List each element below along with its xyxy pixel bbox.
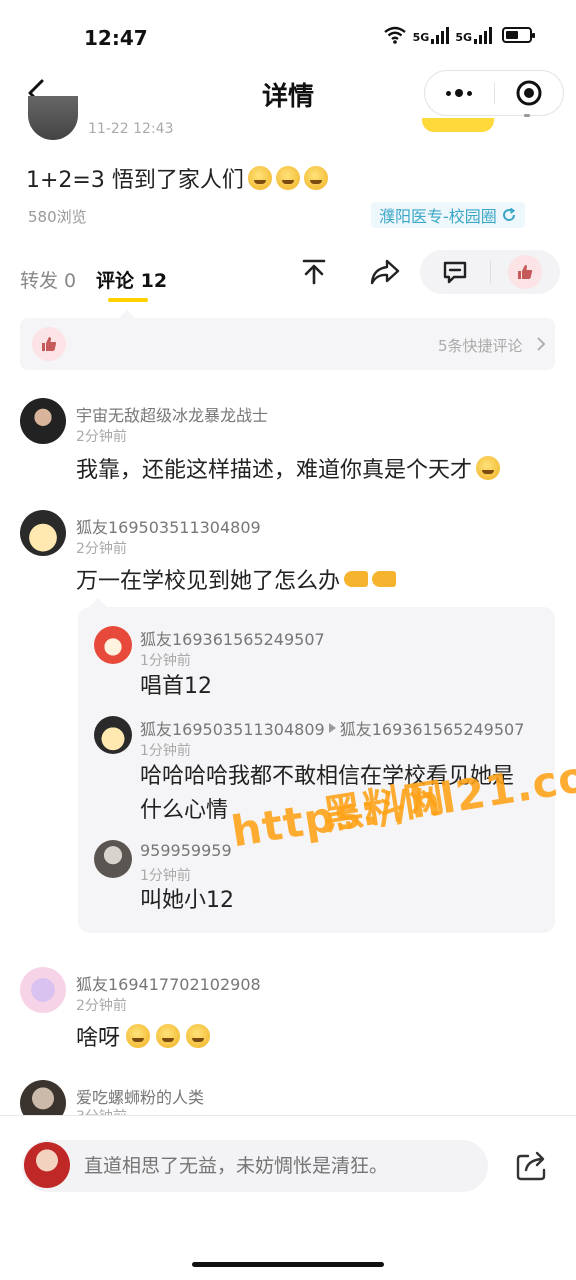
comment-text-label: 我靠，还能这样描述，难道你真是个天才 (76, 458, 473, 483)
reply-target-label: 狐友169361565249507 (339, 720, 525, 739)
reply-text[interactable]: 唱首12 (140, 670, 212, 704)
mini-program-capsule (424, 70, 564, 116)
forward-icon[interactable] (368, 256, 402, 288)
quick-comment-count: 5条快捷评论 (438, 337, 523, 355)
network-label-1: 5G (412, 30, 430, 44)
circle-tag-label: 濮阳医专-校园圈 (379, 207, 497, 226)
avatar[interactable] (20, 967, 66, 1013)
tab-comment[interactable]: 评论 12 (96, 266, 167, 293)
emoji-icon (275, 166, 300, 190)
post-text: 1+2=3 悟到了家人们 (26, 168, 244, 193)
avatar[interactable] (20, 510, 66, 556)
comment-input[interactable] (84, 1155, 474, 1177)
post-views: 580浏览 (28, 208, 87, 226)
comment-text-label: 万一在学校见到她了怎么办 (76, 569, 341, 594)
thumbs-up-icon (508, 255, 543, 289)
reply-author[interactable]: 狐友169361565249507 (140, 626, 325, 650)
comment-author[interactable]: 狐友169417702102908 (76, 971, 261, 995)
reply-arrow-icon (328, 723, 336, 733)
circle-tag[interactable]: 濮阳医专-校园圈 (371, 202, 525, 228)
share-icon[interactable] (514, 1148, 550, 1182)
comment-time: 2分钟前 (76, 429, 127, 445)
battery-icon (502, 27, 535, 43)
tab-active-indicator (108, 298, 148, 302)
post-author-avatar[interactable] (28, 96, 78, 140)
close-mini-program-button[interactable] (495, 71, 564, 115)
home-indicator (192, 1262, 384, 1267)
follow-button[interactable] (422, 118, 494, 132)
comment-author[interactable]: 狐友169503511304809 (76, 514, 261, 538)
reply-author[interactable]: 狐友169503511304809 狐友169361565249507 (140, 716, 524, 740)
reply-author-label: 狐友169503511304809 (140, 720, 325, 739)
reply-author-label: 狐友169361565249507 (140, 630, 325, 649)
signal-icon-2: 5G (455, 26, 492, 44)
target-icon (516, 80, 542, 106)
comment-button[interactable] (420, 258, 490, 286)
post-more-icon[interactable] (524, 114, 530, 117)
heart-eyes-emoji-icon (126, 1024, 151, 1048)
top-icon[interactable] (298, 256, 330, 288)
reply-author[interactable]: 959959959 (140, 841, 232, 860)
reply-text[interactable]: 叫她小12 (140, 884, 234, 918)
pointing-hand-icon (344, 571, 369, 587)
reply-time: 1分钟前 (140, 743, 191, 759)
like-button[interactable] (491, 255, 561, 289)
comment-time: 2分钟前 (76, 998, 127, 1014)
status-icons: 5G 5G (383, 26, 535, 44)
my-avatar (24, 1142, 70, 1188)
more-button[interactable] (425, 71, 494, 115)
avatar[interactable] (94, 840, 132, 878)
avatar[interactable] (94, 716, 132, 754)
reply-time: 1分钟前 (140, 653, 191, 669)
reply-author-label: 959959959 (140, 841, 232, 860)
emoji-icon (476, 456, 501, 480)
heart-eyes-emoji-icon (156, 1024, 181, 1048)
comment-time: 2分钟前 (76, 541, 127, 557)
more-icon (446, 89, 473, 97)
post-content: 1+2=3 悟到了家人们 (26, 162, 328, 194)
emoji-icon (247, 166, 272, 190)
comment-text[interactable]: 万一在学校见到她了怎么办 (76, 563, 397, 595)
avatar[interactable] (94, 626, 132, 664)
signal-icon-1: 5G (412, 26, 450, 44)
emoji-icon (303, 166, 328, 190)
network-label-2: 5G (455, 30, 472, 44)
comment-icon (443, 261, 466, 284)
avatar[interactable] (20, 398, 66, 444)
reply-time: 1分钟前 (140, 868, 191, 884)
post-time: 11-22 12:43 (88, 121, 174, 137)
comment-text[interactable]: 啥呀 (76, 1020, 211, 1052)
action-capsule (420, 250, 560, 294)
status-time: 12:47 (84, 26, 148, 50)
thumbs-up-icon (32, 327, 66, 361)
refresh-icon (502, 207, 515, 221)
tab-forward[interactable]: 转发 0 (20, 266, 76, 293)
comment-author[interactable]: 宇宙无敌超级冰龙暴龙战士 (76, 402, 268, 426)
heart-eyes-emoji-icon (186, 1024, 211, 1048)
chevron-right-icon (537, 337, 546, 351)
pointing-hand-icon (372, 571, 397, 587)
comment-text-label: 啥呀 (76, 1026, 121, 1051)
wifi-icon (383, 26, 406, 44)
comment-author[interactable]: 爱吃螺蛳粉的人类 (76, 1084, 204, 1108)
comment-text[interactable]: 我靠，还能这样描述，难道你真是个天才 (76, 452, 501, 484)
